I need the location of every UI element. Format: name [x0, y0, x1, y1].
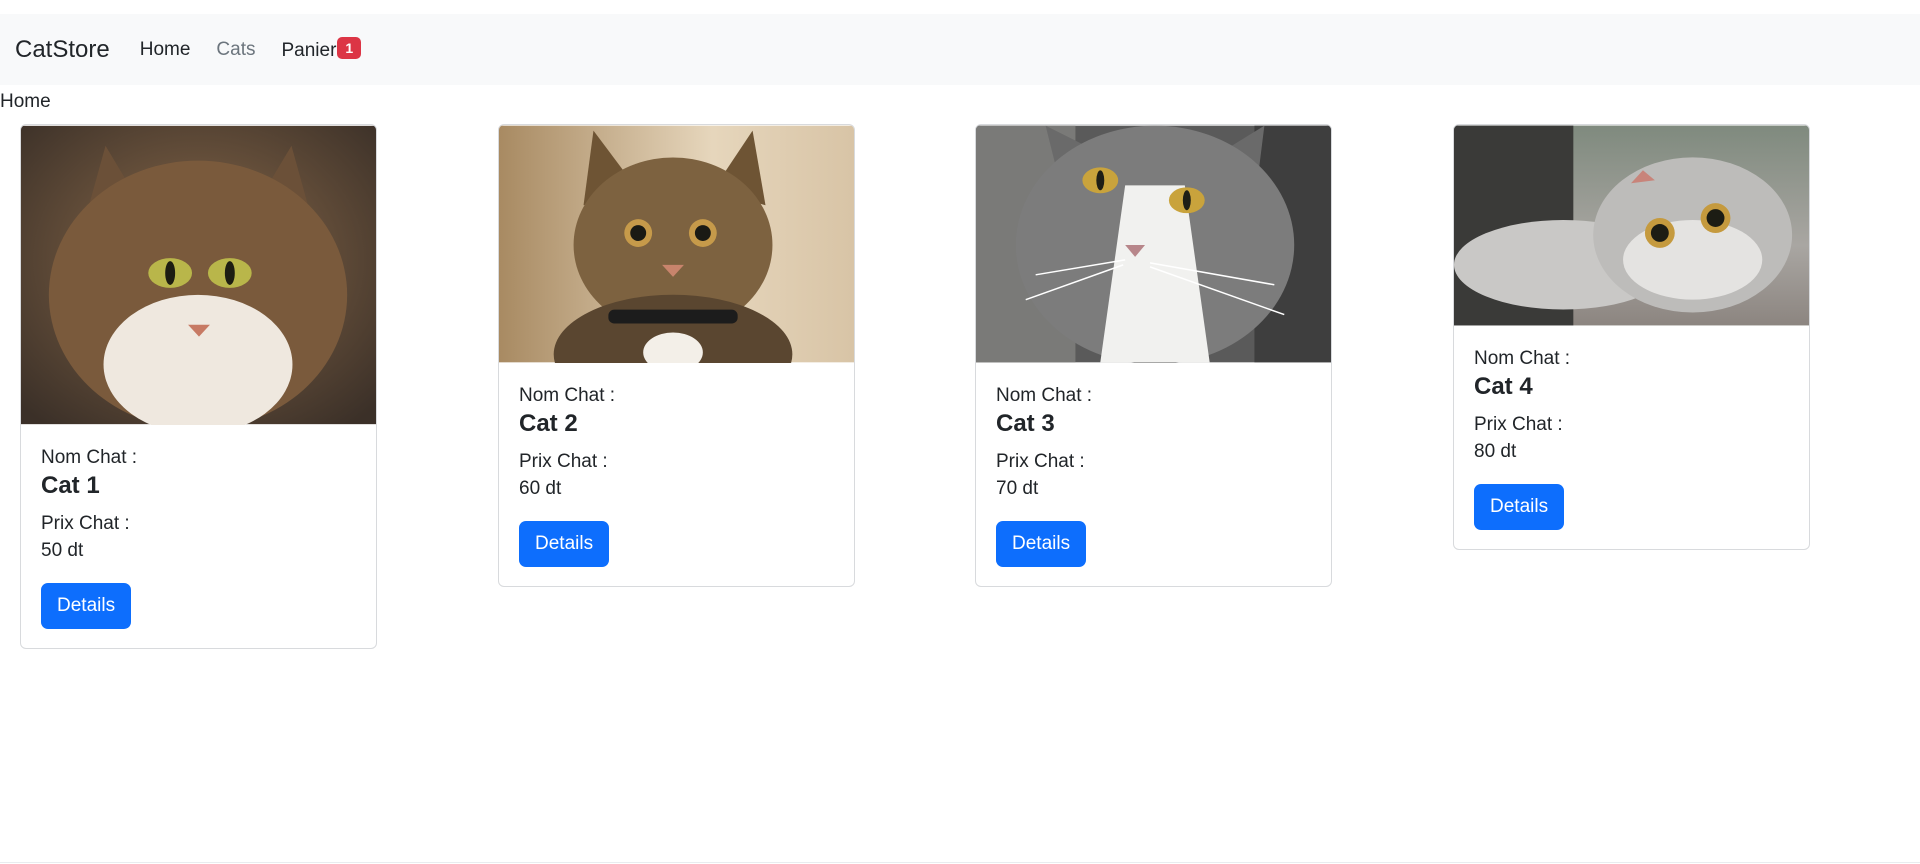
name-label: Nom Chat :: [519, 385, 616, 406]
nav-link-panier-label: Panier: [281, 40, 337, 61]
cat-card-list: Nom Chat : Cat 1 Prix Chat : 50 dt Detai…: [0, 114, 1920, 714]
footer-divider: [0, 862, 1920, 863]
card-body: Nom Chat : Cat 1 Prix Chat : 50 dt Detai…: [21, 425, 376, 648]
price-label: Prix Chat :: [996, 451, 1085, 472]
cat-card: Nom Chat : Cat 1 Prix Chat : 50 dt Detai…: [20, 124, 377, 649]
cat-name: Cat 4: [1474, 373, 1533, 400]
cat-image: [976, 125, 1331, 363]
price-label: Prix Chat :: [1474, 414, 1563, 435]
cat-name: Cat 2: [519, 410, 578, 437]
cat-card: Nom Chat : Cat 2 Prix Chat : 60 dt Detai…: [498, 124, 855, 587]
cat-price: 70 dt: [996, 478, 1039, 499]
breadcrumb: Home: [0, 91, 51, 112]
cat-price: 80 dt: [1474, 441, 1517, 462]
details-button[interactable]: Details: [1474, 484, 1565, 530]
cart-count-badge: 1: [337, 37, 362, 59]
details-button[interactable]: Details: [519, 521, 610, 567]
card-body: Nom Chat : Cat 2 Prix Chat : 60 dt Detai…: [499, 363, 854, 586]
nav-link-panier[interactable]: Panier 1: [281, 37, 362, 62]
nav-link-home[interactable]: Home: [140, 39, 191, 61]
cat-image: [499, 125, 854, 363]
card-body: Nom Chat : Cat 3 Prix Chat : 70 dt Detai…: [976, 363, 1331, 586]
card-body: Nom Chat : Cat 4 Prix Chat : 80 dt Detai…: [1454, 326, 1809, 549]
cat-image: [1454, 125, 1809, 326]
details-button[interactable]: Details: [996, 521, 1087, 567]
cat-price: 50 dt: [41, 540, 84, 561]
navbar: CatStore Home Cats Panier 1: [0, 14, 1920, 85]
cat-price: 60 dt: [519, 478, 562, 499]
cat-card: Nom Chat : Cat 4 Prix Chat : 80 dt Detai…: [1453, 124, 1810, 550]
name-label: Nom Chat :: [996, 385, 1093, 406]
cat-image: [21, 125, 376, 425]
nav-link-cats[interactable]: Cats: [216, 39, 255, 61]
details-button[interactable]: Details: [41, 583, 132, 629]
top-gap: [0, 0, 1920, 14]
cat-name: Cat 3: [996, 410, 1055, 437]
name-label: Nom Chat :: [1474, 348, 1571, 369]
cat-card: Nom Chat : Cat 3 Prix Chat : 70 dt Detai…: [975, 124, 1332, 587]
price-label: Prix Chat :: [519, 451, 608, 472]
name-label: Nom Chat :: [41, 447, 138, 468]
price-label: Prix Chat :: [41, 513, 130, 534]
cat-name: Cat 1: [41, 472, 100, 499]
brand-link[interactable]: CatStore: [15, 36, 110, 64]
